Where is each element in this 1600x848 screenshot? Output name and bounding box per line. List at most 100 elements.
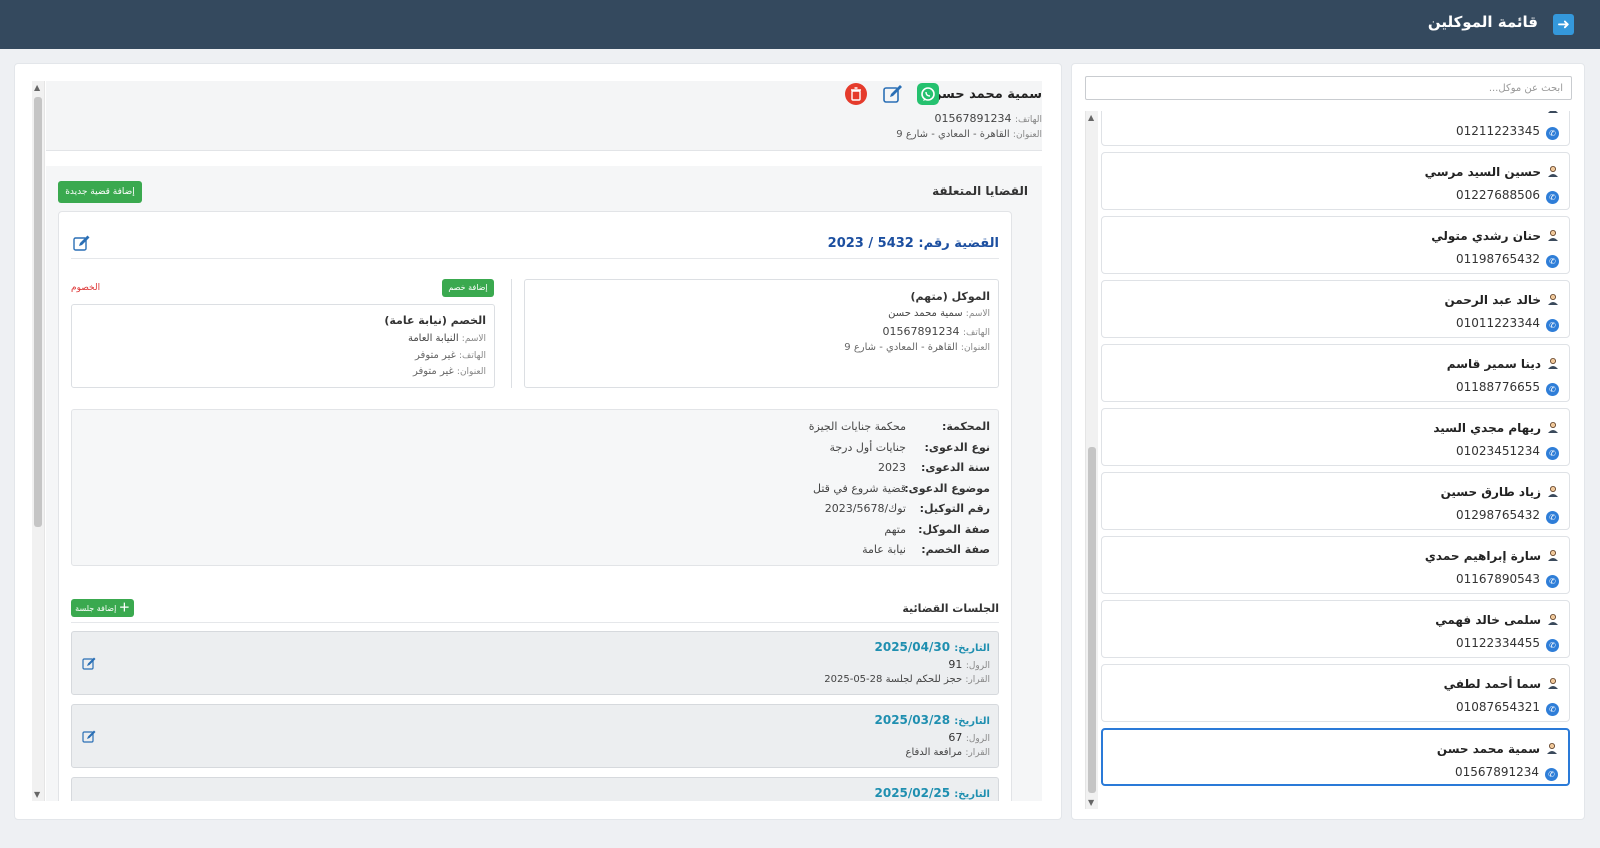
main-content: سمية محمد حسن الهاتف: 01567891234 العنوا… — [46, 81, 1042, 801]
client-item-phone: ✆ 01567891234 — [1455, 765, 1558, 781]
client-item-name — [1541, 111, 1559, 115]
whatsapp-icon[interactable] — [917, 83, 939, 105]
case-client-phone: الهاتف: 01567891234 — [883, 325, 990, 338]
date-label: التاريخ: — [954, 789, 990, 800]
client-header: سمية محمد حسن الهاتف: 01567891234 العنوا… — [46, 81, 1042, 151]
date-label: التاريخ: — [954, 716, 990, 727]
phone-value: 01567891234 — [882, 325, 960, 338]
edit-session-icon[interactable] — [82, 729, 97, 744]
scroll-up-icon[interactable]: ▲ — [34, 83, 40, 92]
phone-icon: ✆ — [1546, 511, 1559, 524]
client-list-item[interactable]: ✆ 01211223345 — [1101, 111, 1570, 146]
client-list-item[interactable]: حنان رشدي متولي ✆ 01198765432 — [1101, 216, 1570, 274]
user-icon — [1547, 549, 1559, 561]
detail-key: سنة الدعوى: — [921, 461, 990, 474]
add-session-button[interactable]: ＋ إضافة جلسة — [71, 599, 134, 617]
detail-key: صفة الخصم: — [921, 543, 990, 556]
edit-session-icon[interactable] — [82, 656, 97, 671]
opponent-title: الخصم (نيابة عامة) — [384, 314, 486, 327]
client-item-phone: ✆ 01087654321 — [1456, 700, 1559, 716]
client-item-name-text: سمية محمد حسن — [1436, 742, 1540, 756]
client-list-item[interactable]: دينا سمير قاسم ✆ 01188776655 — [1101, 344, 1570, 402]
client-item-phone: ✆ 01023451234 — [1456, 444, 1559, 460]
case-detail-row: صفة الموكل: متهم — [590, 523, 990, 541]
roll-label: الرول: — [965, 734, 990, 744]
session-item: التاريخ: 2025/02/25 — [71, 777, 999, 801]
client-list-item[interactable]: سمية محمد حسن ✆ 01567891234 — [1101, 728, 1570, 786]
address-value: القاهرة - المعادي - شارع 9 — [896, 129, 1010, 140]
decision-label: القرار: — [965, 748, 990, 758]
case-detail-row: رقم التوكيل: توك/2023/5678 — [590, 502, 990, 520]
phone-icon: ✆ — [1546, 639, 1559, 652]
client-item-name: سمية محمد حسن — [1437, 742, 1558, 756]
opponent-phone: الهاتف: غير متوفر — [415, 350, 486, 361]
client-name: سمية محمد حسن — [930, 87, 1042, 102]
client-item-name-text: ريهام مجدي السيد — [1433, 421, 1541, 435]
phone-label: الهاتف: — [459, 351, 486, 361]
user-icon — [1547, 165, 1559, 177]
client-item-phone: ✆ 01188776655 — [1456, 380, 1559, 396]
scroll-thumb[interactable] — [34, 97, 42, 527]
scroll-up-icon[interactable]: ▲ — [1088, 113, 1094, 122]
detail-value: جنايات أول درجة — [829, 440, 906, 454]
list-scrollbar[interactable]: ▲ ▼ — [1085, 111, 1098, 809]
client-item-phone-text: 01087654321 — [1456, 700, 1540, 714]
client-list-item[interactable]: حسين السيد مرسي ✆ 01227688506 — [1101, 152, 1570, 210]
phone-label: الهاتف: — [963, 328, 990, 338]
edit-icon[interactable] — [882, 83, 904, 105]
client-item-phone-text: 01227688506 — [1456, 188, 1540, 202]
user-icon — [1547, 293, 1559, 305]
client-list-item[interactable]: زياد طارق حسين ✆ 01298765432 — [1101, 472, 1570, 530]
client-item-phone: ✆ 01122334455 — [1456, 636, 1559, 652]
opponent-address: العنوان: غير متوفر — [413, 366, 486, 377]
detail-key: صفة الموكل: — [918, 522, 990, 536]
scroll-down-icon[interactable]: ▼ — [34, 790, 40, 799]
client-list-item[interactable]: سلمى خالد فهمي ✆ 01122334455 — [1101, 600, 1570, 658]
client-list-item[interactable]: سارة إبراهيم حمدي ✆ 01167890543 — [1101, 536, 1570, 594]
user-icon — [1547, 229, 1559, 241]
session-item: التاريخ: 2025/03/28 الرول: 67 القرار: مراف… — [71, 704, 999, 768]
phone-icon: ✆ — [1546, 703, 1559, 716]
detail-value: 2023 — [878, 461, 906, 474]
case-detail-row: المحكمة: محكمة جنايات الجيزة — [590, 420, 990, 438]
client-list-item[interactable]: سما أحمد لطفي ✆ 01087654321 — [1101, 664, 1570, 722]
clients-sidebar: ▲ ▼ ✆ 01211223345 حسين السيد مرسي ✆ 01227688… — [1071, 63, 1585, 820]
detail-key: رقم التوكيل: — [919, 502, 990, 515]
add-case-button[interactable]: إضافة قضية جديدة — [58, 181, 142, 203]
phone-label: الهاتف: — [1015, 115, 1042, 125]
case-detail-row: سنة الدعوى: 2023 — [590, 461, 990, 479]
client-item-name-text: خالد عبد الرحمن — [1444, 293, 1541, 307]
user-icon — [1547, 111, 1559, 113]
scroll-thumb[interactable] — [1088, 447, 1096, 793]
search-input[interactable] — [1085, 76, 1572, 100]
client-item-phone-text: 01198765432 — [1456, 252, 1540, 266]
client-item-phone-text: 01188776655 — [1456, 380, 1540, 394]
address-value: القاهرة - المعادي - شارع 9 — [844, 342, 958, 353]
logout-icon[interactable]: ➜ — [1553, 14, 1574, 35]
clients-list[interactable]: ▲ ▼ ✆ 01211223345 حسين السيد مرسي ✆ 01227688… — [1085, 111, 1572, 809]
case-detail-row: موضوع الدعوى: قضية شروع في قتل — [590, 482, 990, 500]
cases-section-title: القضايا المتعلقة — [932, 184, 1028, 198]
client-address: العنوان: القاهرة - المعادي - شارع 9 — [896, 129, 1042, 140]
edit-case-icon[interactable] — [73, 234, 91, 252]
client-list-item[interactable]: خالد عبد الرحمن ✆ 01011223344 — [1101, 280, 1570, 338]
user-icon — [1547, 677, 1559, 689]
case-details-box: المحكمة: محكمة جنايات الجيزة نوع الدعوى: جن… — [71, 409, 999, 566]
phone-icon: ✆ — [1546, 575, 1559, 588]
case-client-name: الاسم: سمية محمد حسن — [888, 308, 990, 319]
case-client-address: العنوان: القاهرة - المعادي - شارع 9 — [844, 342, 990, 353]
client-item-phone-text: 01122334455 — [1456, 636, 1540, 650]
client-item-name: حنان رشدي متولي — [1431, 229, 1559, 243]
client-item-name: حسين السيد مرسي — [1425, 165, 1559, 179]
delete-icon[interactable] — [845, 83, 867, 105]
client-list-item[interactable]: ريهام مجدي السيد ✆ 01023451234 — [1101, 408, 1570, 466]
divider — [71, 622, 999, 623]
add-opponent-button[interactable]: إضافة خصم — [442, 279, 494, 297]
phone-icon: ✆ — [1546, 319, 1559, 332]
scroll-down-icon[interactable]: ▼ — [1088, 798, 1094, 807]
sessions-title: الجلسات القضائية — [902, 602, 999, 615]
session-date: التاريخ: 2025/03/28 — [875, 713, 991, 727]
client-item-phone-text: 01167890543 — [1456, 572, 1540, 586]
main-scrollbar[interactable]: ▲ ▼ — [32, 81, 45, 801]
detail-key: المحكمة: — [941, 420, 990, 433]
